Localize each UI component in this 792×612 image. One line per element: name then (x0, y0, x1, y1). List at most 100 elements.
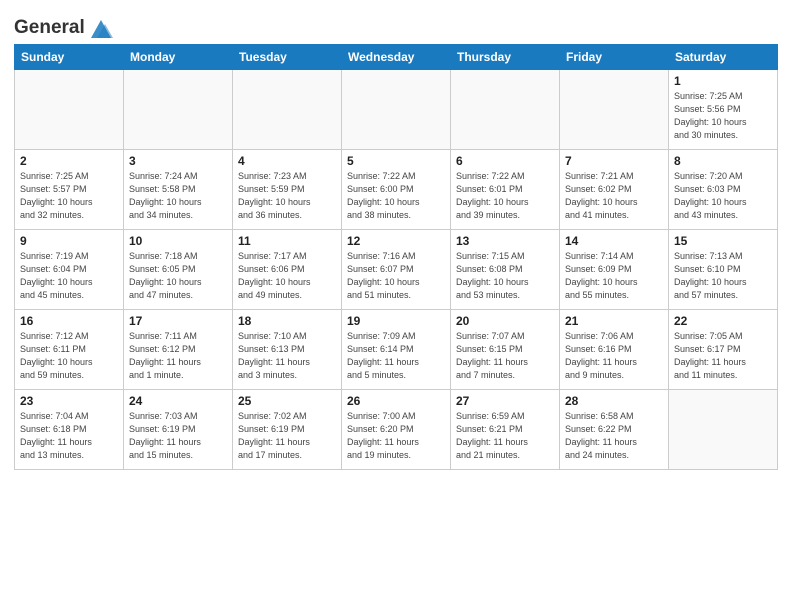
day-number: 9 (20, 234, 118, 248)
calendar-header-monday: Monday (124, 45, 233, 70)
day-number: 3 (129, 154, 227, 168)
day-info: Sunrise: 7:25 AM Sunset: 5:57 PM Dayligh… (20, 170, 118, 222)
day-info: Sunrise: 7:07 AM Sunset: 6:15 PM Dayligh… (456, 330, 554, 382)
day-info: Sunrise: 7:04 AM Sunset: 6:18 PM Dayligh… (20, 410, 118, 462)
page: General SundayMondayTuesdayWednesdayThur… (0, 0, 792, 612)
logo: General (14, 14, 115, 38)
day-number: 14 (565, 234, 663, 248)
calendar-cell: 19Sunrise: 7:09 AM Sunset: 6:14 PM Dayli… (342, 310, 451, 390)
day-info: Sunrise: 7:20 AM Sunset: 6:03 PM Dayligh… (674, 170, 772, 222)
day-number: 22 (674, 314, 772, 328)
day-info: Sunrise: 7:00 AM Sunset: 6:20 PM Dayligh… (347, 410, 445, 462)
day-number: 19 (347, 314, 445, 328)
calendar-cell: 8 Sunrise: 7:20 AM Sunset: 6:03 PM Daylig… (669, 150, 778, 230)
day-number: 7 (565, 154, 663, 168)
day-info: Sunrise: 7:24 AM Sunset: 5:58 PM Dayligh… (129, 170, 227, 222)
calendar-cell: 21 Sunrise: 7:06 AM Sunset: 6:16 PM Dayli… (560, 310, 669, 390)
day-info: Sunrise: 7:22 AM Sunset: 6:01 PM Dayligh… (456, 170, 554, 222)
calendar-cell: 18 Sunrise: 7:10 AM Sunset: 6:13 PM Dayli… (233, 310, 342, 390)
calendar-cell (451, 70, 560, 150)
day-info: Sunrise: 7:12 AM Sunset: 6:11 PM Dayligh… (20, 330, 118, 382)
day-info: Sunrise: 7:18 AM Sunset: 6:05 PM Dayligh… (129, 250, 227, 302)
day-info: Sunrise: 7:19 AM Sunset: 6:04 PM Dayligh… (20, 250, 118, 302)
calendar-cell: 3 Sunrise: 7:24 AM Sunset: 5:58 PM Daylig… (124, 150, 233, 230)
calendar-cell: 27 Sunrise: 6:59 AM Sunset: 6:21 PM Dayli… (451, 390, 560, 470)
day-number: 23 (20, 394, 118, 408)
day-number: 1 (674, 74, 772, 88)
calendar-cell: 11 Sunrise: 7:17 AM Sunset: 6:06 PM Dayli… (233, 230, 342, 310)
day-number: 4 (238, 154, 336, 168)
calendar-cell: 1 Sunrise: 7:25 AM Sunset: 5:56 PM Daylig… (669, 70, 778, 150)
day-info: Sunrise: 7:10 AM Sunset: 6:13 PM Dayligh… (238, 330, 336, 382)
calendar-cell: 26 Sunrise: 7:00 AM Sunset: 6:20 PM Dayli… (342, 390, 451, 470)
day-info: Sunrise: 6:58 AM Sunset: 6:22 PM Dayligh… (565, 410, 663, 462)
calendar-week-4: 16 Sunrise: 7:12 AM Sunset: 6:11 PM Dayli… (15, 310, 778, 390)
calendar-week-3: 9 Sunrise: 7:19 AM Sunset: 6:04 PM Daylig… (15, 230, 778, 310)
calendar-week-5: 23 Sunrise: 7:04 AM Sunset: 6:18 PM Dayli… (15, 390, 778, 470)
day-info: Sunrise: 7:23 AM Sunset: 5:59 PM Dayligh… (238, 170, 336, 222)
day-info: Sunrise: 7:16 AM Sunset: 6:07 PM Dayligh… (347, 250, 445, 302)
day-number: 17 (129, 314, 227, 328)
day-info: Sunrise: 7:15 AM Sunset: 6:08 PM Dayligh… (456, 250, 554, 302)
calendar-cell: 5 Sunrise: 7:22 AM Sunset: 6:00 PM Daylig… (342, 150, 451, 230)
calendar-header-tuesday: Tuesday (233, 45, 342, 70)
day-info: Sunrise: 7:03 AM Sunset: 6:19 PM Dayligh… (129, 410, 227, 462)
day-info: Sunrise: 7:21 AM Sunset: 6:02 PM Dayligh… (565, 170, 663, 222)
day-number: 11 (238, 234, 336, 248)
day-number: 13 (456, 234, 554, 248)
calendar-table: SundayMondayTuesdayWednesdayThursdayFrid… (14, 44, 778, 470)
day-info: Sunrise: 6:59 AM Sunset: 6:21 PM Dayligh… (456, 410, 554, 462)
calendar-cell (15, 70, 124, 150)
calendar-cell: 2Sunrise: 7:25 AM Sunset: 5:57 PM Daylig… (15, 150, 124, 230)
day-number: 5 (347, 154, 445, 168)
calendar-cell: 22 Sunrise: 7:05 AM Sunset: 6:17 PM Dayli… (669, 310, 778, 390)
calendar-cell: 12 Sunrise: 7:16 AM Sunset: 6:07 PM Dayli… (342, 230, 451, 310)
calendar-cell (342, 70, 451, 150)
day-info: Sunrise: 7:25 AM Sunset: 5:56 PM Dayligh… (674, 90, 772, 142)
calendar-cell: 13 Sunrise: 7:15 AM Sunset: 6:08 PM Dayli… (451, 230, 560, 310)
calendar-cell: 24 Sunrise: 7:03 AM Sunset: 6:19 PM Dayli… (124, 390, 233, 470)
calendar-cell (560, 70, 669, 150)
day-number: 20 (456, 314, 554, 328)
calendar-cell: 28 Sunrise: 6:58 AM Sunset: 6:22 PM Dayli… (560, 390, 669, 470)
calendar-week-2: 2Sunrise: 7:25 AM Sunset: 5:57 PM Daylig… (15, 150, 778, 230)
logo-general: General (14, 18, 85, 39)
calendar-cell: 17Sunrise: 7:11 AM Sunset: 6:12 PM Dayli… (124, 310, 233, 390)
day-number: 8 (674, 154, 772, 168)
day-info: Sunrise: 7:05 AM Sunset: 6:17 PM Dayligh… (674, 330, 772, 382)
day-info: Sunrise: 7:17 AM Sunset: 6:06 PM Dayligh… (238, 250, 336, 302)
calendar-cell: 4 Sunrise: 7:23 AM Sunset: 5:59 PM Daylig… (233, 150, 342, 230)
day-number: 24 (129, 394, 227, 408)
calendar-cell (124, 70, 233, 150)
calendar-cell: 20 Sunrise: 7:07 AM Sunset: 6:15 PM Dayli… (451, 310, 560, 390)
calendar-header-saturday: Saturday (669, 45, 778, 70)
day-number: 12 (347, 234, 445, 248)
day-number: 26 (347, 394, 445, 408)
day-info: Sunrise: 7:06 AM Sunset: 6:16 PM Dayligh… (565, 330, 663, 382)
day-number: 28 (565, 394, 663, 408)
day-number: 27 (456, 394, 554, 408)
calendar-cell (233, 70, 342, 150)
day-number: 25 (238, 394, 336, 408)
calendar-cell (669, 390, 778, 470)
day-number: 6 (456, 154, 554, 168)
calendar-cell: 16 Sunrise: 7:12 AM Sunset: 6:11 PM Dayli… (15, 310, 124, 390)
calendar-header-thursday: Thursday (451, 45, 560, 70)
day-number: 21 (565, 314, 663, 328)
day-number: 18 (238, 314, 336, 328)
calendar-header-row: SundayMondayTuesdayWednesdayThursdayFrid… (15, 45, 778, 70)
day-info: Sunrise: 7:02 AM Sunset: 6:19 PM Dayligh… (238, 410, 336, 462)
header: General (14, 10, 778, 38)
day-info: Sunrise: 7:22 AM Sunset: 6:00 PM Dayligh… (347, 170, 445, 222)
day-number: 15 (674, 234, 772, 248)
day-number: 16 (20, 314, 118, 328)
calendar-header-sunday: Sunday (15, 45, 124, 70)
calendar-cell: 6 Sunrise: 7:22 AM Sunset: 6:01 PM Daylig… (451, 150, 560, 230)
calendar-cell: 14Sunrise: 7:14 AM Sunset: 6:09 PM Dayli… (560, 230, 669, 310)
calendar-cell: 10 Sunrise: 7:18 AM Sunset: 6:05 PM Dayli… (124, 230, 233, 310)
calendar-cell: 7 Sunrise: 7:21 AM Sunset: 6:02 PM Daylig… (560, 150, 669, 230)
calendar-header-friday: Friday (560, 45, 669, 70)
calendar-week-1: 1 Sunrise: 7:25 AM Sunset: 5:56 PM Daylig… (15, 70, 778, 150)
day-info: Sunrise: 7:13 AM Sunset: 6:10 PM Dayligh… (674, 250, 772, 302)
day-number: 10 (129, 234, 227, 248)
